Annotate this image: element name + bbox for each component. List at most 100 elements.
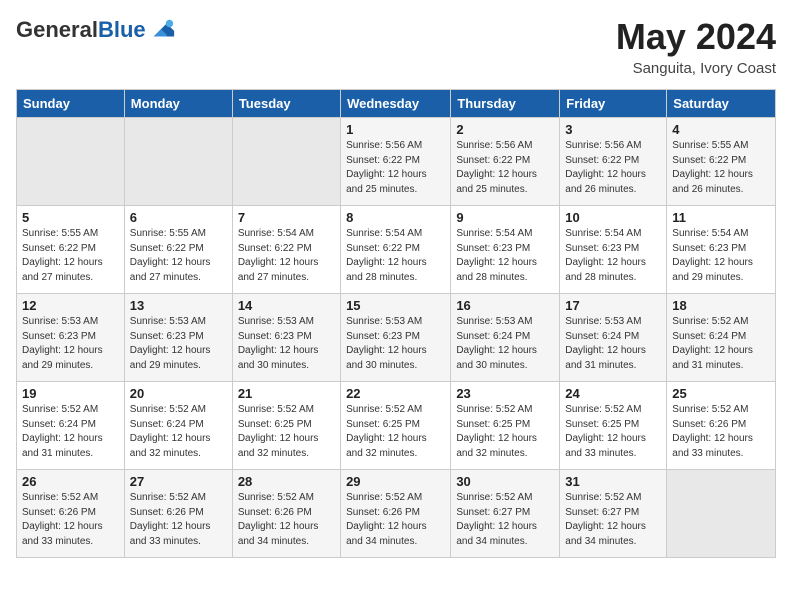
day-number: 5 <box>22 210 119 225</box>
logo: GeneralBlue <box>16 16 176 44</box>
calendar-cell: 19Sunrise: 5:52 AMSunset: 6:24 PMDayligh… <box>17 382 125 470</box>
day-info: Sunrise: 5:52 AMSunset: 6:25 PMDaylight:… <box>346 403 445 461</box>
day-info: Sunrise: 5:53 AMSunset: 6:24 PMDaylight:… <box>565 315 661 373</box>
weekday-header: Wednesday <box>341 90 451 118</box>
day-info: Sunrise: 5:52 AMSunset: 6:27 PMDaylight:… <box>565 491 661 549</box>
day-number: 14 <box>238 298 335 313</box>
calendar-cell: 13 Sunrise: 5:53 AMSunset: 6:23 PMDayligh… <box>124 294 232 382</box>
day-info: Sunrise: 5:52 AMSunset: 6:24 PMDaylight:… <box>130 403 227 461</box>
calendar-week-row: 26 Sunrise: 5:52 AMSunset: 6:26 PMDayligh… <box>17 470 776 558</box>
calendar-table: SundayMondayTuesdayWednesdayThursdayFrid… <box>16 89 776 558</box>
day-info: Sunrise: 5:52 AMSunset: 6:26 PMDaylight:… <box>22 491 119 549</box>
weekday-header: Sunday <box>17 90 125 118</box>
calendar-cell: 10 Sunrise: 5:54 AMSunset: 6:23 PMDayligh… <box>560 206 667 294</box>
day-info: Sunrise: 5:54 AMSunset: 6:22 PMDaylight:… <box>238 227 335 285</box>
day-number: 6 <box>130 210 227 225</box>
month-title: May 2024 <box>616 16 776 58</box>
day-number: 21 <box>238 386 335 401</box>
calendar-cell <box>667 470 776 558</box>
day-info: Sunrise: 5:53 AMSunset: 6:23 PMDaylight:… <box>238 315 335 373</box>
calendar-cell <box>124 118 232 206</box>
calendar-cell: 8Sunrise: 5:54 AMSunset: 6:22 PMDaylight… <box>341 206 451 294</box>
calendar-cell <box>232 118 340 206</box>
calendar-cell: 6 Sunrise: 5:55 AMSunset: 6:22 PMDaylight… <box>124 206 232 294</box>
day-number: 30 <box>456 474 554 489</box>
day-number: 20 <box>130 386 227 401</box>
day-number: 29 <box>346 474 445 489</box>
location: Sanguita, Ivory Coast <box>616 60 776 77</box>
calendar-cell: 16 Sunrise: 5:53 AMSunset: 6:24 PMDayligh… <box>451 294 560 382</box>
calendar-cell: 27Sunrise: 5:52 AMSunset: 6:26 PMDayligh… <box>124 470 232 558</box>
day-number: 16 <box>456 298 554 313</box>
day-number: 12 <box>22 298 119 313</box>
header-row: SundayMondayTuesdayWednesdayThursdayFrid… <box>17 90 776 118</box>
calendar-week-row: 12 Sunrise: 5:53 AMSunset: 6:23 PMDayligh… <box>17 294 776 382</box>
weekday-header: Saturday <box>667 90 776 118</box>
day-info: Sunrise: 5:52 AMSunset: 6:26 PMDaylight:… <box>238 491 335 549</box>
day-info: Sunrise: 5:52 AMSunset: 6:24 PMDaylight:… <box>22 403 119 461</box>
calendar-cell: 22 Sunrise: 5:52 AMSunset: 6:25 PMDayligh… <box>341 382 451 470</box>
day-info: Sunrise: 5:56 AMSunset: 6:22 PMDaylight:… <box>565 139 661 197</box>
day-number: 31 <box>565 474 661 489</box>
day-number: 11 <box>672 210 770 225</box>
calendar-cell: 23Sunrise: 5:52 AMSunset: 6:25 PMDayligh… <box>451 382 560 470</box>
day-info: Sunrise: 5:53 AMSunset: 6:23 PMDaylight:… <box>22 315 119 373</box>
calendar-cell: 18Sunrise: 5:52 AMSunset: 6:24 PMDayligh… <box>667 294 776 382</box>
calendar-cell: 25 Sunrise: 5:52 AMSunset: 6:26 PMDayligh… <box>667 382 776 470</box>
day-number: 18 <box>672 298 770 313</box>
day-info: Sunrise: 5:52 AMSunset: 6:26 PMDaylight:… <box>130 491 227 549</box>
day-info: Sunrise: 5:52 AMSunset: 6:26 PMDaylight:… <box>672 403 770 461</box>
day-info: Sunrise: 5:53 AMSunset: 6:23 PMDaylight:… <box>130 315 227 373</box>
day-info: Sunrise: 5:53 AMSunset: 6:23 PMDaylight:… <box>346 315 445 373</box>
day-info: Sunrise: 5:56 AMSunset: 6:22 PMDaylight:… <box>456 139 554 197</box>
day-number: 23 <box>456 386 554 401</box>
calendar-cell: 30 Sunrise: 5:52 AMSunset: 6:27 PMDayligh… <box>451 470 560 558</box>
page-header: GeneralBlue May 2024 Sanguita, Ivory Coa… <box>16 16 776 77</box>
calendar-cell: 2 Sunrise: 5:56 AMSunset: 6:22 PMDaylight… <box>451 118 560 206</box>
day-info: Sunrise: 5:52 AMSunset: 6:25 PMDaylight:… <box>238 403 335 461</box>
day-number: 15 <box>346 298 445 313</box>
day-number: 3 <box>565 122 661 137</box>
calendar-cell: 7Sunrise: 5:54 AMSunset: 6:22 PMDaylight… <box>232 206 340 294</box>
logo-icon <box>148 16 176 44</box>
calendar-cell: 28 Sunrise: 5:52 AMSunset: 6:26 PMDayligh… <box>232 470 340 558</box>
day-number: 25 <box>672 386 770 401</box>
day-number: 28 <box>238 474 335 489</box>
calendar-cell: 20 Sunrise: 5:52 AMSunset: 6:24 PMDayligh… <box>124 382 232 470</box>
weekday-header: Friday <box>560 90 667 118</box>
day-info: Sunrise: 5:52 AMSunset: 6:27 PMDaylight:… <box>456 491 554 549</box>
day-number: 10 <box>565 210 661 225</box>
weekday-header: Tuesday <box>232 90 340 118</box>
day-number: 1 <box>346 122 445 137</box>
day-number: 13 <box>130 298 227 313</box>
weekday-header: Monday <box>124 90 232 118</box>
logo-general: General <box>16 17 98 42</box>
day-number: 17 <box>565 298 661 313</box>
weekday-header: Thursday <box>451 90 560 118</box>
day-info: Sunrise: 5:52 AMSunset: 6:26 PMDaylight:… <box>346 491 445 549</box>
day-number: 26 <box>22 474 119 489</box>
day-info: Sunrise: 5:55 AMSunset: 6:22 PMDaylight:… <box>130 227 227 285</box>
calendar-cell: 12 Sunrise: 5:53 AMSunset: 6:23 PMDayligh… <box>17 294 125 382</box>
day-number: 9 <box>456 210 554 225</box>
day-info: Sunrise: 5:54 AMSunset: 6:23 PMDaylight:… <box>456 227 554 285</box>
day-info: Sunrise: 5:55 AMSunset: 6:22 PMDaylight:… <box>22 227 119 285</box>
day-info: Sunrise: 5:56 AMSunset: 6:22 PMDaylight:… <box>346 139 445 197</box>
calendar-cell: 17 Sunrise: 5:53 AMSunset: 6:24 PMDayligh… <box>560 294 667 382</box>
calendar-cell: 21 Sunrise: 5:52 AMSunset: 6:25 PMDayligh… <box>232 382 340 470</box>
calendar-cell: 31 Sunrise: 5:52 AMSunset: 6:27 PMDayligh… <box>560 470 667 558</box>
calendar-cell: 15 Sunrise: 5:53 AMSunset: 6:23 PMDayligh… <box>341 294 451 382</box>
calendar-cell <box>17 118 125 206</box>
calendar-cell: 29 Sunrise: 5:52 AMSunset: 6:26 PMDayligh… <box>341 470 451 558</box>
day-number: 22 <box>346 386 445 401</box>
day-info: Sunrise: 5:54 AMSunset: 6:22 PMDaylight:… <box>346 227 445 285</box>
day-number: 2 <box>456 122 554 137</box>
day-info: Sunrise: 5:55 AMSunset: 6:22 PMDaylight:… <box>672 139 770 197</box>
day-info: Sunrise: 5:54 AMSunset: 6:23 PMDaylight:… <box>565 227 661 285</box>
calendar-cell: 14 Sunrise: 5:53 AMSunset: 6:23 PMDayligh… <box>232 294 340 382</box>
calendar-cell: 9 Sunrise: 5:54 AMSunset: 6:23 PMDaylight… <box>451 206 560 294</box>
day-info: Sunrise: 5:53 AMSunset: 6:24 PMDaylight:… <box>456 315 554 373</box>
calendar-cell: 26 Sunrise: 5:52 AMSunset: 6:26 PMDayligh… <box>17 470 125 558</box>
calendar-cell: 24Sunrise: 5:52 AMSunset: 6:25 PMDayligh… <box>560 382 667 470</box>
calendar-cell: 11Sunrise: 5:54 AMSunset: 6:23 PMDayligh… <box>667 206 776 294</box>
